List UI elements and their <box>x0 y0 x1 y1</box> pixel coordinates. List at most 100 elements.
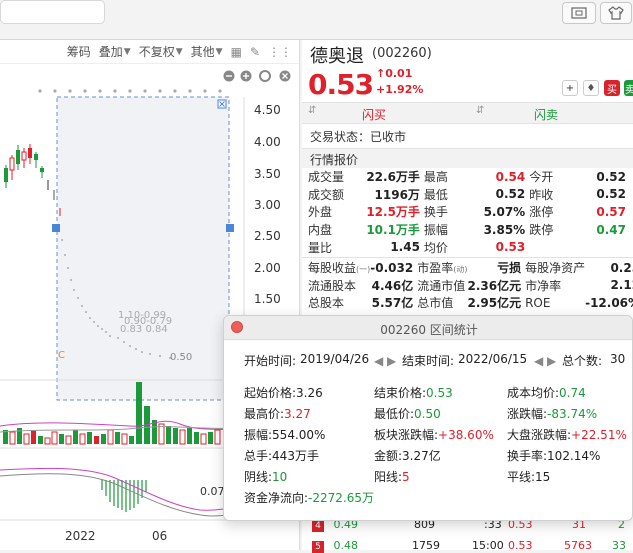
quote-label <box>529 238 568 256</box>
quote-value: 12.5万手 <box>366 205 420 220</box>
dialog-title: 002260 区间统计 <box>380 323 478 337</box>
stock-name: 德奥退 <box>310 46 364 67</box>
quote-value: 0.53 <box>495 240 526 255</box>
svg-text:2022: 2022 <box>65 529 96 543</box>
quote-label: 内盘 <box>308 223 333 238</box>
search-input[interactable] <box>0 0 105 24</box>
screen-button[interactable] <box>562 2 596 24</box>
quote-label: 振幅 <box>423 223 448 238</box>
count-value: 30 <box>610 352 626 366</box>
date-axis: 2022 06 <box>65 529 167 543</box>
stat-label: 最高价: <box>244 407 285 421</box>
quote-label: 成交额 <box>308 187 345 202</box>
stats-grid: 起始价格:3.26 结束价格:0.53 成本均价:0.74 最高价:3.27 最低价:0… <box>224 384 632 514</box>
sort-icon[interactable]: ⇵ <box>476 105 484 116</box>
flash-sell-button[interactable]: 闪卖 <box>534 106 558 123</box>
shirt-icon <box>608 6 624 20</box>
selection-handle-left[interactable] <box>52 224 60 232</box>
stat-value: 102.14% <box>547 449 601 463</box>
quote-value: 1196万 <box>374 187 420 202</box>
selection-handle-right[interactable] <box>226 224 234 232</box>
svg-text:06: 06 <box>152 529 167 543</box>
stat-item: 最高价:3.27 <box>244 405 311 422</box>
stat-value: -2272.65万 <box>308 491 375 505</box>
stat-value: +38.60% <box>438 428 494 442</box>
fund-label: 市盈率(动) <box>417 261 468 276</box>
end-value: 2022/06/15 <box>458 352 528 366</box>
quote-label: 均价 <box>423 240 448 255</box>
dialog-titlebar[interactable]: 002260 区间统计 <box>224 316 632 340</box>
fund-label: 每股收益(一) <box>308 261 371 276</box>
price-axis: 4.50 4.00 3.50 3.00 2.50 2.00 1.50 <box>254 103 281 306</box>
svg-text:0.83 0.84: 0.83 0.84 <box>120 324 168 335</box>
quote-value: 0.52 <box>596 169 626 184</box>
zoom-controls[interactable] <box>223 70 291 82</box>
stat-item: 最低价:0.50 <box>374 405 441 422</box>
stat-item: 板块涨跌幅:+38.60% <box>374 426 494 443</box>
svg-text:4.50: 4.50 <box>254 103 281 117</box>
quote-value: 0.47 <box>596 222 626 237</box>
quote-label: 外盘 <box>308 205 333 220</box>
fund-value: 4.46亿 <box>371 278 414 293</box>
stat-label: 振幅: <box>244 428 273 442</box>
quote-label: 最低 <box>423 187 448 202</box>
quote-label: 今开 <box>529 170 554 185</box>
quote-value <box>568 238 630 256</box>
quote-value: 0.54 <box>495 169 526 184</box>
sort-icon[interactable]: ⇵ <box>308 105 316 116</box>
quote-table: 成交量 22.6万手 最高 0.54 今开 0.52 成交额 1196万 最低 0.52 昨收 0.5… <box>308 168 630 256</box>
stat-item: 换手率:102.14% <box>507 447 600 464</box>
stat-item: 平线:15 <box>507 468 550 485</box>
top-dots <box>38 89 222 93</box>
quote-value: 1.45 <box>390 240 420 255</box>
price-change-pct: +1.92% <box>376 83 424 96</box>
stat-label: 金额: <box>374 449 403 463</box>
stat-label: 总手: <box>244 449 273 463</box>
fund-label: 市净率 <box>525 278 562 293</box>
svg-text:3.50: 3.50 <box>254 167 281 181</box>
stat-value: 443万手 <box>272 449 319 463</box>
stat-item: 金额:3.27亿 <box>374 447 441 464</box>
quote-value: 22.6万手 <box>366 170 420 185</box>
fund-value: 亏损 <box>497 261 522 276</box>
next-start-icon[interactable]: ▶ <box>387 354 396 368</box>
stat-item: 涨跌幅:-83.74% <box>507 405 597 422</box>
fund-label: 总市值 <box>417 296 454 311</box>
stat-label: 阴线: <box>244 470 273 484</box>
quote-label: 换手 <box>423 205 448 220</box>
stat-item: 总手:443万手 <box>244 447 319 464</box>
next-end-icon[interactable]: ▶ <box>547 354 556 368</box>
stat-label: 大盘涨跌幅: <box>507 428 572 442</box>
prev-start-icon[interactable]: ◀ <box>374 354 383 368</box>
fund-value: -0.032 <box>370 260 414 275</box>
fund-row: 总股本 5.57亿总市值 2.95亿元ROE -12.06% <box>308 294 633 312</box>
tick-row: 5 0.48 1759 15:00 0.53 5763 33 <box>312 539 633 553</box>
selection-range[interactable] <box>56 96 230 401</box>
stat-label: 板块涨跌幅: <box>374 428 439 442</box>
add-watchlist-button[interactable]: + <box>562 80 578 96</box>
stat-label: 涨跌幅: <box>507 407 548 421</box>
quote-label: 成交量 <box>308 170 345 185</box>
fund-label: 每股净资产 <box>525 261 586 276</box>
quote-row: 内盘 10.1万手 振幅 3.85% 跌停 0.47 <box>308 221 630 239</box>
stat-value: 0.53 <box>426 386 453 400</box>
stat-value: 3.27亿 <box>402 449 441 463</box>
alert-bell-icon[interactable]: ♦ <box>583 80 599 96</box>
prev-end-icon[interactable]: ◀ <box>534 354 543 368</box>
stat-label: 成本均价: <box>507 386 560 400</box>
buy-button[interactable]: 买 <box>604 80 620 96</box>
svg-text:2.00: 2.00 <box>254 261 281 275</box>
stat-value: 554.00% <box>272 428 326 442</box>
top-bar <box>0 0 633 40</box>
stat-value: 0.74 <box>559 386 586 400</box>
quote-value: 3.85% <box>483 222 526 237</box>
quote-label: 昨收 <box>529 187 554 202</box>
fund-label: 总股本 <box>308 296 345 311</box>
sell-button[interactable]: 卖 <box>624 80 633 96</box>
stat-item: 资金净流向:-2272.65万 <box>244 489 374 506</box>
shirt-button[interactable] <box>600 2 632 24</box>
stat-item: 阴线:10 <box>244 468 287 485</box>
range-stats-dialog[interactable]: 002260 区间统计 开始时间: 2019/04/26 ◀ ▶ 结束时间: 2… <box>223 315 633 521</box>
corner-marker: C <box>58 350 65 361</box>
flash-buy-button[interactable]: 闪买 <box>362 106 386 123</box>
